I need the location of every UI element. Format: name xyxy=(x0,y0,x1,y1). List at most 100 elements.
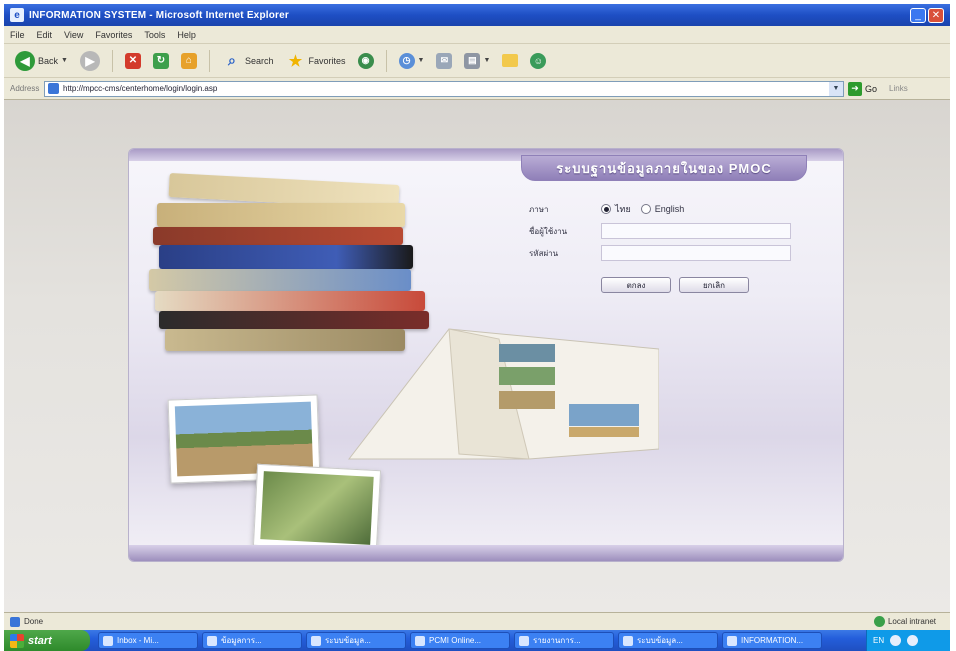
volume-icon[interactable] xyxy=(907,635,919,646)
book xyxy=(159,245,413,269)
taskbar-item-label: รายงานการ... xyxy=(533,636,581,645)
login-header: ระบบฐานข้อมูลภายในของ PMOC xyxy=(521,155,807,181)
mail-button[interactable]: ✉ xyxy=(433,48,455,74)
page-icon xyxy=(48,83,59,94)
chevron-down-icon: ▼ xyxy=(417,57,425,64)
taskbar-item[interactable]: ข้อมูลการ... xyxy=(202,632,302,649)
username-input[interactable] xyxy=(601,223,791,239)
address-bar: Address http://mpcc-cms/centerhome/login… xyxy=(4,78,950,100)
screen: e INFORMATION SYSTEM - Microsoft Interne… xyxy=(0,0,956,651)
taskbar-item[interactable]: INFORMATION... xyxy=(722,632,822,649)
taskbar-item[interactable]: รายงานการ... xyxy=(514,632,614,649)
menu-edit[interactable]: Edit xyxy=(37,30,53,40)
language-label: ภาษา xyxy=(529,204,549,214)
window-icon xyxy=(415,635,425,646)
stop-icon: ✕ xyxy=(124,52,141,69)
password-input[interactable] xyxy=(601,245,791,261)
refresh-icon: ↻ xyxy=(152,52,169,69)
address-url: http://mpcc-cms/centerhome/login/login.a… xyxy=(63,84,218,93)
messenger-button[interactable]: ☺ xyxy=(527,48,549,74)
taskbar-tasks: Inbox - Mi... ข้อมูลการ... ระบบข้อมูล...… xyxy=(98,632,822,649)
intranet-icon xyxy=(873,616,885,627)
go-button[interactable]: ➜ Go xyxy=(848,81,878,96)
menu-bar: File Edit View Favorites Tools Help xyxy=(4,26,950,44)
history-button[interactable]: ◷ ▼ xyxy=(396,48,428,74)
page-viewport: ระบบฐานข้อมูลภายในของ PMOC ภาษา ไทย Engl… xyxy=(4,100,950,612)
book xyxy=(157,203,405,227)
language-option-thai: ไทย xyxy=(615,204,631,214)
home-button[interactable]: ⌂ xyxy=(178,48,200,74)
taskbar-item-label: ระบบข้อมูล... xyxy=(637,636,683,645)
taskbar-item[interactable]: Inbox - Mi... xyxy=(98,632,198,649)
chevron-down-icon: ▼ xyxy=(483,57,491,64)
folder-button[interactable] xyxy=(499,48,521,74)
username-label: ชื่อผู้ใช้งาน xyxy=(529,226,568,236)
menu-view[interactable]: View xyxy=(64,30,83,40)
window-icon xyxy=(727,635,737,646)
start-button[interactable]: start xyxy=(4,630,90,651)
go-label: Go xyxy=(865,83,878,94)
menu-help[interactable]: Help xyxy=(177,30,196,40)
menu-file[interactable]: File xyxy=(10,30,25,40)
address-input[interactable]: http://mpcc-cms/centerhome/login/login.a… xyxy=(44,80,844,97)
language-radio-english[interactable] xyxy=(640,204,651,214)
minimize-button[interactable]: _ xyxy=(910,7,926,23)
taskbar-item-label: Inbox - Mi... xyxy=(117,636,159,645)
language-selector: ไทย English xyxy=(601,202,684,216)
forward-button[interactable]: ▶ xyxy=(77,48,103,74)
favorites-button[interactable]: ★ Favorites xyxy=(282,48,348,74)
book xyxy=(149,269,411,291)
start-label: start xyxy=(28,634,52,647)
back-button[interactable]: ◀ Back ▼ xyxy=(12,48,71,74)
menu-tools[interactable]: Tools xyxy=(144,30,165,40)
page-status-icon xyxy=(10,616,20,627)
print-button[interactable]: ▤ ▼ xyxy=(461,48,493,74)
media-icon: ◉ xyxy=(357,52,374,69)
network-icon[interactable] xyxy=(890,635,902,646)
menu-favorites[interactable]: Favorites xyxy=(95,30,132,40)
messenger-icon: ☺ xyxy=(530,52,547,69)
open-book-illustration xyxy=(347,328,659,460)
login-form: ภาษา ไทย English ชื่อผู้ใช้งาน รหัสผ่าน xyxy=(529,199,829,293)
system-tray: EN xyxy=(866,630,950,651)
address-label: Address xyxy=(10,84,40,93)
refresh-button[interactable]: ↻ xyxy=(150,48,172,74)
chevron-down-icon[interactable]: ▼ xyxy=(829,81,843,96)
login-header-title: ระบบฐานข้อมูลภายในของ PMOC xyxy=(556,160,772,176)
folder-icon xyxy=(502,54,519,67)
ie-icon: e xyxy=(10,8,24,22)
status-text: Done xyxy=(24,617,44,626)
zone-label: Local intranet xyxy=(887,617,936,626)
forward-arrow-icon: ▶ xyxy=(79,50,100,71)
window-icon xyxy=(519,635,529,646)
close-button[interactable]: ✕ xyxy=(928,7,944,23)
password-label: รหัสผ่าน xyxy=(529,248,559,258)
search-label: Search xyxy=(244,55,274,66)
links-label[interactable]: Links xyxy=(889,84,908,93)
toolbar-divider xyxy=(111,49,113,72)
taskbar-item[interactable]: ระบบข้อมูล... xyxy=(306,632,406,649)
language-option-english: English xyxy=(654,204,685,214)
taskbar-item[interactable]: ระบบข้อมูล... xyxy=(618,632,718,649)
book xyxy=(153,227,403,245)
window-icon xyxy=(623,635,633,646)
cancel-button[interactable]: ยกเลิก xyxy=(679,277,749,293)
toolbar-divider xyxy=(385,49,387,72)
taskbar-item-label: ข้อมูลการ... xyxy=(221,636,262,645)
status-bar: Done Local intranet xyxy=(4,612,950,630)
media-button[interactable]: ◉ xyxy=(355,48,377,74)
window-icon xyxy=(103,635,113,646)
login-button[interactable]: ตกลง xyxy=(601,277,671,293)
favorites-label: Favorites xyxy=(308,55,346,66)
tray-language[interactable]: EN xyxy=(873,636,884,645)
search-button[interactable]: ⌕ Search xyxy=(219,48,277,74)
taskbar-item-label: INFORMATION... xyxy=(741,636,804,645)
back-label: Back xyxy=(38,55,59,66)
star-icon: ★ xyxy=(288,52,303,70)
language-radio-thai[interactable] xyxy=(601,204,611,214)
stop-button[interactable]: ✕ xyxy=(122,48,144,74)
window-titlebar: e INFORMATION SYSTEM - Microsoft Interne… xyxy=(4,4,950,26)
toolbar-divider xyxy=(208,49,210,72)
history-icon: ◷ xyxy=(398,52,415,69)
taskbar-item[interactable]: PCMI Online... xyxy=(410,632,510,649)
